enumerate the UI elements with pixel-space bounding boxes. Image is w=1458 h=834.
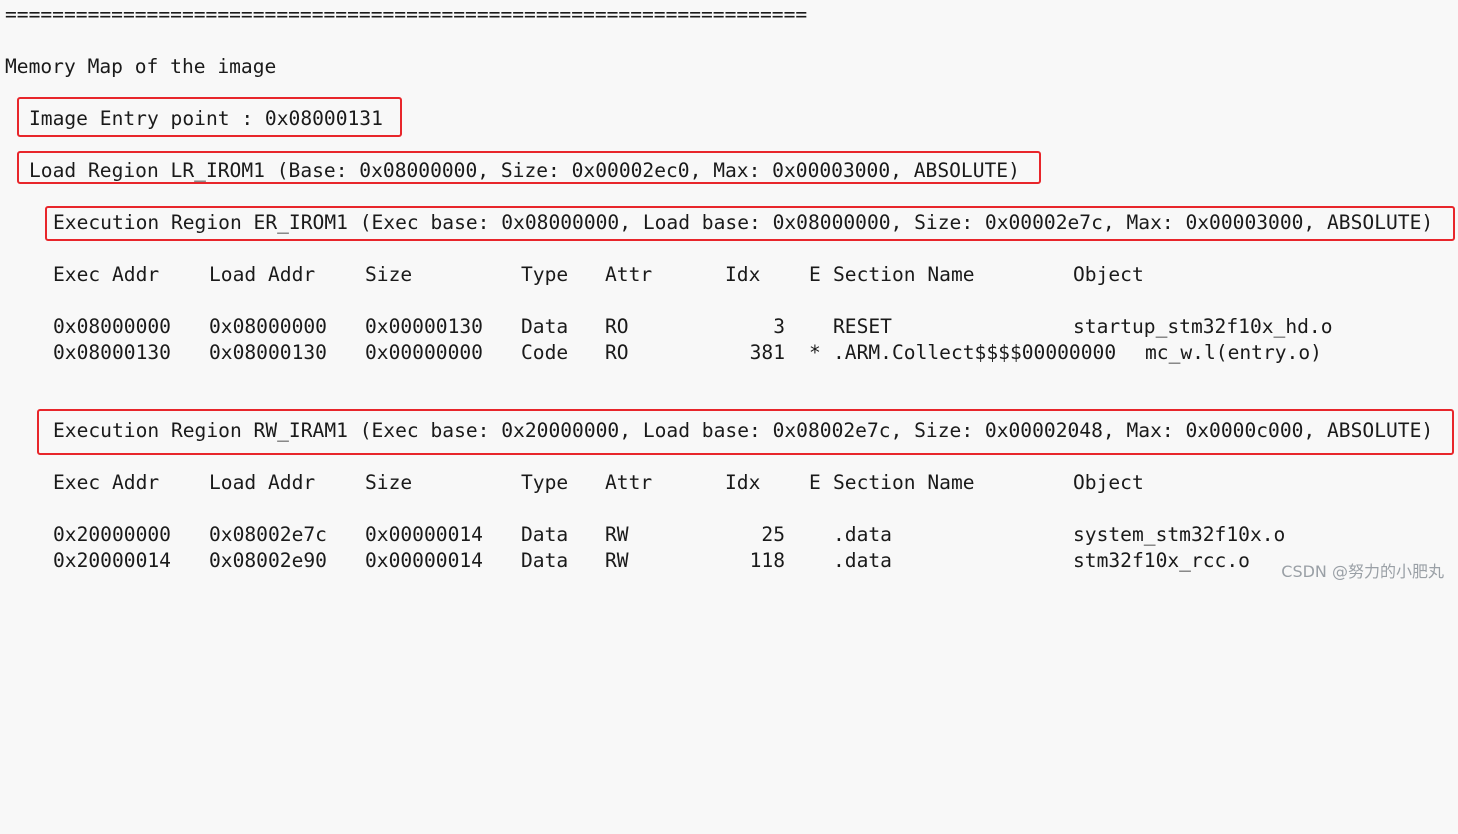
memory-map-listing: ========================================… xyxy=(0,0,1433,572)
object-cell: mc_w.l(entry.o) xyxy=(1145,341,1322,364)
size-cell: 0x00000130 xyxy=(365,315,483,338)
load-addr-cell: 0x08002e90 xyxy=(209,549,327,572)
size-cell: 0x00000014 xyxy=(365,549,483,572)
attr-cell: RO xyxy=(605,341,629,364)
column-header-row: Exec Addr Load Addr Size Type Attr Idx E… xyxy=(0,470,1458,496)
entry-flag-cell: * xyxy=(809,341,821,364)
column-header-type: Type xyxy=(521,263,569,286)
column-header-exec-addr: Exec Addr xyxy=(53,471,160,494)
idx-cell: 381 xyxy=(749,341,785,364)
exec-addr-cell: 0x08000130 xyxy=(53,341,171,364)
section-name-cell: .ARM.Collect$$$$00000000 xyxy=(833,341,1117,364)
column-header-size: Size xyxy=(365,263,413,286)
column-header-type: Type xyxy=(521,471,569,494)
exec-region-er-irom1-highlight-box xyxy=(45,206,1455,241)
exec-region-rw-iram1-highlight-box xyxy=(37,409,1454,455)
load-addr-cell: 0x08000000 xyxy=(209,315,327,338)
table-row: 0x20000014 0x08002e90 0x00000014 Data RW… xyxy=(0,548,1458,574)
type-cell: Data xyxy=(521,523,569,546)
memory-map-title: Memory Map of the image xyxy=(5,55,277,78)
column-header-load-addr: Load Addr xyxy=(209,263,316,286)
idx-cell: 25 xyxy=(761,523,785,546)
type-cell: Data xyxy=(521,549,569,572)
idx-cell: 118 xyxy=(749,549,785,572)
column-header-e: E xyxy=(809,471,821,494)
column-header-section-name: Section Name xyxy=(833,471,975,494)
attr-cell: RO xyxy=(605,315,629,338)
type-cell: Code xyxy=(521,341,569,364)
column-header-idx: Idx xyxy=(725,263,761,286)
type-cell: Data xyxy=(521,315,569,338)
entry-point-highlight-box xyxy=(17,97,402,137)
separator-line: ========================================… xyxy=(5,3,808,26)
size-cell: 0x00000014 xyxy=(365,523,483,546)
column-header-object: Object xyxy=(1073,471,1144,494)
table-row: 0x20000000 0x08002e7c 0x00000014 Data RW… xyxy=(0,522,1458,548)
table-row: 0x08000130 0x08000130 0x00000000 Code RO… xyxy=(0,340,1458,366)
attr-cell: RW xyxy=(605,523,629,546)
table-row: 0x08000000 0x08000000 0x00000130 Data RO… xyxy=(0,314,1458,340)
load-region-highlight-box xyxy=(17,151,1041,184)
csdn-watermark: CSDN @努力的小肥丸 xyxy=(1281,562,1444,581)
column-header-attr: Attr xyxy=(605,263,653,286)
column-header-row: Exec Addr Load Addr Size Type Attr Idx E… xyxy=(0,262,1458,288)
load-addr-cell: 0x08002e7c xyxy=(209,523,327,546)
column-header-exec-addr: Exec Addr xyxy=(53,263,160,286)
attr-cell: RW xyxy=(605,549,629,572)
load-addr-cell: 0x08000130 xyxy=(209,341,327,364)
column-header-e: E xyxy=(809,263,821,286)
column-header-size: Size xyxy=(365,471,413,494)
exec-addr-cell: 0x08000000 xyxy=(53,315,171,338)
exec-addr-cell: 0x20000014 xyxy=(53,549,171,572)
section-name-cell: .data xyxy=(833,549,892,572)
exec-addr-cell: 0x20000000 xyxy=(53,523,171,546)
column-header-idx: Idx xyxy=(725,471,761,494)
size-cell: 0x00000000 xyxy=(365,341,483,364)
object-cell: stm32f10x_rcc.o xyxy=(1073,549,1250,572)
column-header-load-addr: Load Addr xyxy=(209,471,316,494)
idx-cell: 3 xyxy=(773,315,785,338)
section-name-cell: RESET xyxy=(833,315,892,338)
column-header-attr: Attr xyxy=(605,471,653,494)
column-header-object: Object xyxy=(1073,263,1144,286)
object-cell: startup_stm32f10x_hd.o xyxy=(1073,315,1333,338)
column-header-section-name: Section Name xyxy=(833,263,975,286)
object-cell: system_stm32f10x.o xyxy=(1073,523,1286,546)
section-name-cell: .data xyxy=(833,523,892,546)
